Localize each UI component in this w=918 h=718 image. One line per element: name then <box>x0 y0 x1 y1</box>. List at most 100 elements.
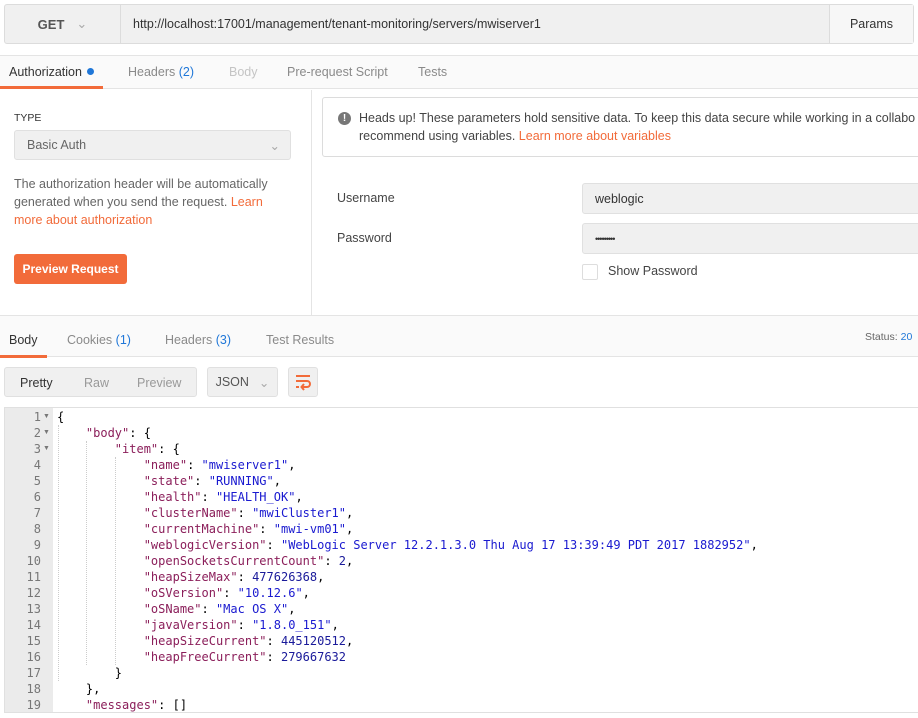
line-number: 7 <box>33 506 41 520</box>
line-number: 6 <box>33 490 41 504</box>
token-punct: : <box>194 474 209 488</box>
token-punct: : <box>237 618 253 632</box>
response-tabs: Body Cookies (1) Headers (3) Test Result… <box>0 315 918 358</box>
token-key: "openSocketsCurrentCount" <box>143 554 325 568</box>
token-string: "mwiserver1" <box>201 458 289 472</box>
params-button[interactable]: Params <box>829 5 913 43</box>
code-line: "body": { <box>57 425 151 441</box>
token-string: "mwiCluster1" <box>252 506 346 520</box>
token-punct <box>57 506 144 520</box>
password-input[interactable]: ••••••••• <box>582 223 918 254</box>
token-string: "1.8.0_151" <box>252 618 332 632</box>
token-punct <box>57 570 144 584</box>
token-key: "state" <box>143 474 195 488</box>
token-punct: : { <box>158 442 180 456</box>
code-line: "item": { <box>57 441 180 457</box>
code-line: "messages": [] <box>57 697 188 712</box>
fold-toggle-icon[interactable]: ▼ <box>43 425 50 441</box>
token-punct: , <box>288 458 296 472</box>
token-key: "heapSizeCurrent" <box>143 634 267 648</box>
token-punct: } <box>57 666 123 680</box>
indent-guide <box>115 457 116 665</box>
token-punct <box>57 586 144 600</box>
token-punct: , <box>302 586 310 600</box>
tab-body[interactable]: Body <box>220 56 267 89</box>
wrap-lines-button[interactable] <box>288 367 318 397</box>
token-punct: : [] <box>158 698 188 712</box>
token-punct: , <box>346 634 354 648</box>
fold-toggle-icon[interactable]: ▼ <box>43 409 50 425</box>
line-number: 12 <box>26 586 41 600</box>
code-line: "name": "mwiserver1", <box>57 457 296 473</box>
tab-label: Authorization <box>9 65 82 79</box>
auth-type-select[interactable]: Basic Auth ⌄ <box>14 130 291 160</box>
token-punct <box>57 458 144 472</box>
code-line: "health": "HEALTH_OK", <box>57 489 303 505</box>
tab-test-results[interactable]: Test Results <box>257 324 343 357</box>
code-line: { <box>57 409 64 425</box>
token-punct: : <box>266 650 281 664</box>
modified-dot-icon <box>86 68 94 75</box>
view-raw[interactable]: Raw <box>84 376 109 390</box>
tab-count: (1) <box>115 333 131 347</box>
token-punct: , <box>317 570 325 584</box>
token-punct <box>57 522 144 536</box>
token-punct: : <box>187 458 202 472</box>
token-number: 2 <box>338 554 347 568</box>
line-number: 18 <box>26 682 41 696</box>
token-punct: , <box>346 554 354 568</box>
method-value: GET <box>37 16 65 32</box>
status: Status: 20 <box>865 331 912 343</box>
tab-authorization[interactable]: Authorization <box>0 56 103 89</box>
line-number: 9 <box>33 538 41 552</box>
username-input[interactable]: weblogic <box>582 183 918 214</box>
tab-response-body[interactable]: Body <box>0 324 47 358</box>
show-password-label: Show Password <box>608 264 698 278</box>
token-punct: : <box>324 554 339 568</box>
fold-toggle-icon[interactable]: ▼ <box>43 441 50 457</box>
token-string: "10.12.6" <box>237 586 303 600</box>
token-string: "WebLogic Server 12.2.1.3.0 Thu Aug 17 1… <box>280 538 751 552</box>
token-punct: : <box>266 634 281 648</box>
token-key: "body" <box>85 426 130 440</box>
line-number: 13 <box>26 602 41 616</box>
line-number: 15 <box>26 634 41 648</box>
response-body-editor[interactable]: 1 ▼ 2 ▼ 3 ▼ 4 5 6 7 8 9 10 11 12 13 14 15 16 17 18 19 { "body… <box>4 407 918 713</box>
auth-description: The authorization header will be automat… <box>14 175 284 229</box>
token-punct: : <box>223 586 238 600</box>
method-select[interactable]: GET ⌄ <box>5 5 121 43</box>
tab-pre-request-script[interactable]: Pre-request Script <box>278 56 397 89</box>
url-input[interactable]: http://localhost:17001/management/tenant… <box>133 17 541 31</box>
type-label: TYPE <box>14 112 42 124</box>
token-punct: : <box>259 522 274 536</box>
code-line: }, <box>57 681 100 697</box>
line-number: 5 <box>33 474 41 488</box>
preview-request-button[interactable]: Preview Request <box>14 254 127 284</box>
token-string: "HEALTH_OK" <box>215 490 296 504</box>
view-preview[interactable]: Preview <box>137 376 181 390</box>
tab-response-headers[interactable]: Headers (3) <box>156 324 240 357</box>
code-line: "heapSizeMax": 477626368, <box>57 569 325 585</box>
tab-headers[interactable]: Headers (2) <box>119 56 203 89</box>
token-punct: }, <box>57 682 101 696</box>
learn-more-variables-link[interactable]: Learn more about variables <box>519 129 671 143</box>
show-password-checkbox[interactable] <box>582 264 598 280</box>
tab-cookies[interactable]: Cookies (1) <box>58 324 140 357</box>
code-line: "weblogicVersion": "WebLogic Server 12.2… <box>57 537 758 553</box>
view-pretty[interactable]: Pretty <box>20 376 53 390</box>
format-select[interactable]: JSON ⌄ <box>207 367 278 397</box>
sensitive-data-notice: ! Heads up! These parameters hold sensit… <box>322 97 918 157</box>
token-punct: , <box>273 474 281 488</box>
line-number: 1 <box>33 410 41 424</box>
tab-tests[interactable]: Tests <box>409 56 456 89</box>
line-number: 17 <box>26 666 41 680</box>
token-punct <box>57 490 144 504</box>
code-line: "openSocketsCurrentCount": 2, <box>57 553 354 569</box>
line-number: 8 <box>33 522 41 536</box>
code-line: } <box>57 665 122 681</box>
token-punct <box>57 538 144 552</box>
token-punct <box>57 634 144 648</box>
line-number: 2 <box>33 426 41 440</box>
token-key: "heapSizeMax" <box>143 570 238 584</box>
tab-count: (3) <box>215 333 232 347</box>
